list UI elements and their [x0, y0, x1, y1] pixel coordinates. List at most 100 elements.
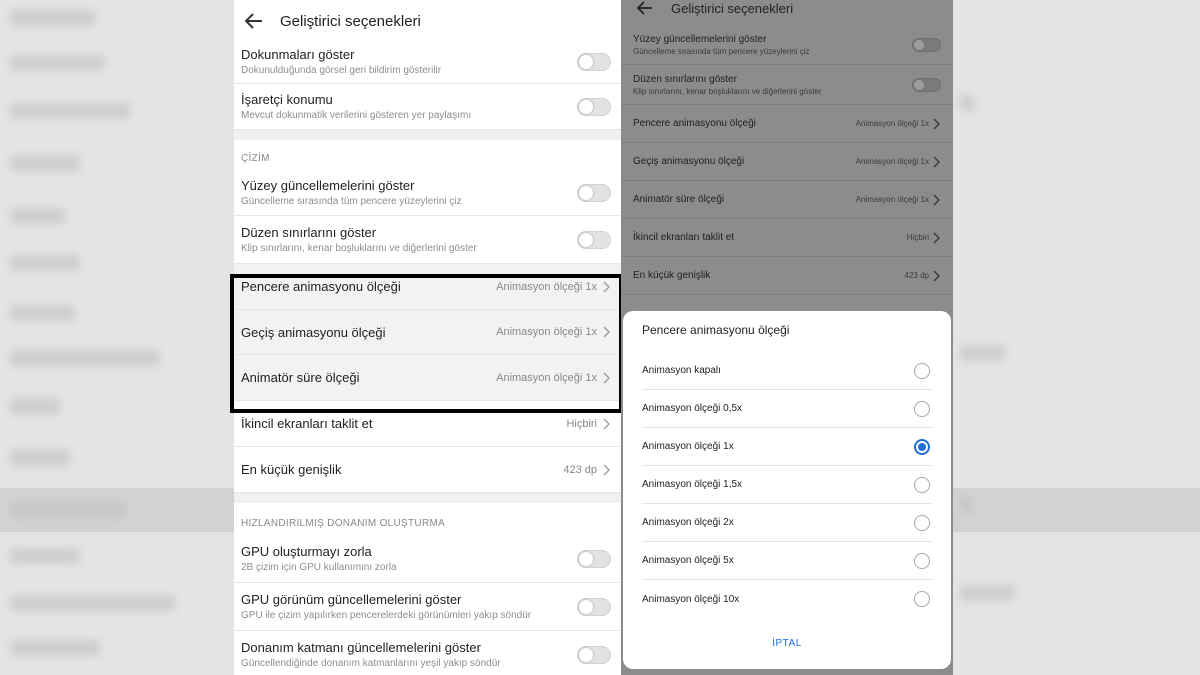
bg-blur: [960, 345, 1005, 361]
bg-blur: [960, 95, 975, 111]
setting-subtitle: Dokunulduğunda görsel geri bildirim göst…: [241, 65, 442, 76]
toggle-switch[interactable]: [912, 37, 941, 52]
setting-title: İşaretçi konumu: [241, 92, 333, 107]
setting-subtitle: Güncelleme sırasında tüm pencere yüzeyle…: [633, 46, 810, 56]
bg-blur: [10, 103, 130, 119]
radio-button[interactable]: [914, 362, 930, 379]
setting-row-smallest-width[interactable]: En küçük genişlik 423 dp: [234, 447, 621, 493]
toggle-switch[interactable]: [577, 549, 611, 568]
setting-value: Hiçbiri: [906, 233, 929, 242]
bg-blur: [960, 497, 972, 513]
option-label: Animasyon ölçeği 2x: [642, 517, 734, 528]
option-label: Animasyon ölçeği 0,5x: [642, 403, 743, 414]
option-scale-0-5x[interactable]: Animasyon ölçeği 0,5x: [642, 390, 932, 428]
page-title: Geliştirici seçenekleri: [280, 12, 421, 30]
setting-title: Yüzey güncellemelerini göster: [633, 33, 767, 45]
toggle-switch[interactable]: [912, 77, 941, 92]
animation-scale-dialog: Pencere animasyonu ölçeği Animasyon kapa…: [623, 311, 951, 669]
setting-row-window-animation-scale[interactable]: Pencere animasyonu ölçeği Animasyon ölçe…: [621, 105, 953, 143]
setting-title: Geçiş animasyonu ölçeği: [633, 156, 745, 167]
toggle-switch[interactable]: [577, 183, 611, 202]
setting-title: Yüzey güncellemelerini göster: [241, 178, 415, 193]
setting-row-hw-layer-updates[interactable]: Donanım katmanı güncellemelerini göster …: [234, 631, 621, 675]
setting-title: Animatör süre ölçeği: [633, 194, 725, 205]
chevron-right-icon: [603, 464, 610, 475]
radio-button[interactable]: [914, 514, 930, 531]
bg-blur: [10, 55, 105, 71]
setting-row-pointer-location[interactable]: İşaretçi konumu Mevcut dokunmatik verile…: [234, 84, 621, 130]
setting-value: 423 dp: [563, 463, 597, 476]
setting-title: GPU oluşturmayı zorla: [241, 544, 372, 559]
toggle-switch[interactable]: [577, 230, 611, 249]
chevron-right-icon: [933, 156, 940, 167]
setting-row-animator-duration-scale[interactable]: Animatör süre ölçeği Animasyon ölçeği 1x: [621, 181, 953, 219]
radio-button[interactable]: [914, 552, 930, 569]
section-divider: [234, 493, 621, 503]
setting-subtitle: Klip sınırlarını, kenar boşluklarını ve …: [633, 86, 822, 96]
bg-blur: [10, 502, 125, 518]
section-header-drawing: ÇİZİM: [241, 153, 270, 164]
setting-subtitle: Klip sınırlarını, kenar boşluklarını ve …: [241, 243, 477, 254]
section-header-hw-rendering: HIZLANDIRILMIŞ DONANIM OLUŞTURMA: [241, 518, 446, 529]
toggle-switch[interactable]: [577, 645, 611, 664]
setting-title: Donanım katmanı güncellemelerini göster: [241, 640, 481, 655]
option-label: Animasyon kapalı: [642, 365, 721, 376]
app-bar: Geliştirici seçenekleri: [234, 0, 621, 42]
setting-row-surface-updates[interactable]: Yüzey güncellemelerini göster Güncelleme…: [234, 170, 621, 216]
bg-blur: [10, 208, 65, 224]
setting-subtitle: Güncelleme sırasında tüm pencere yüzeyle…: [241, 196, 462, 207]
radio-button[interactable]: [914, 400, 930, 417]
setting-row-gpu-view-updates[interactable]: GPU görünüm güncellemelerini göster GPU …: [234, 583, 621, 631]
chevron-right-icon: [933, 118, 940, 129]
setting-row-smallest-width[interactable]: En küçük genişlik 423 dp: [621, 257, 953, 295]
radio-button-selected[interactable]: [914, 438, 930, 455]
setting-subtitle: 2B çizim için GPU kullanımını zorla: [241, 562, 397, 573]
option-label: Animasyon ölçeği 10x: [642, 593, 740, 605]
setting-title: Dokunmaları göster: [241, 47, 355, 62]
option-scale-1x[interactable]: Animasyon ölçeği 1x: [642, 428, 932, 466]
radio-button[interactable]: [914, 591, 930, 607]
setting-row-layout-bounds[interactable]: Düzen sınırlarını göster Klip sınırların…: [621, 65, 953, 105]
setting-title: İkincil ekranları taklit et: [241, 416, 373, 431]
option-label: Animasyon ölçeği 1,5x: [642, 479, 743, 490]
setting-row-force-gpu[interactable]: GPU oluşturmayı zorla 2B çizim için GPU …: [234, 535, 621, 583]
toggle-switch[interactable]: [577, 597, 611, 616]
toggle-switch[interactable]: [577, 97, 611, 116]
option-label: Animasyon ölçeği 1x: [642, 441, 734, 452]
option-scale-1-5x[interactable]: Animasyon ölçeği 1,5x: [642, 466, 932, 504]
highlight-frame: [230, 274, 623, 413]
bg-blur: [10, 450, 70, 466]
setting-value: Animasyon ölçeği 1x: [855, 195, 929, 204]
option-scale-2x[interactable]: Animasyon ölçeği 2x: [642, 504, 932, 542]
option-scale-10x[interactable]: Animasyon ölçeği 10x: [642, 580, 932, 618]
bg-blur: [10, 398, 60, 414]
back-arrow-icon[interactable]: [242, 9, 266, 33]
bg-blur: [10, 595, 175, 611]
setting-title: GPU görünüm güncellemelerini göster: [241, 592, 462, 607]
option-label: Animasyon ölçeği 5x: [642, 555, 734, 566]
radio-button[interactable]: [914, 476, 930, 493]
setting-row-transition-animation-scale[interactable]: Geçiş animasyonu ölçeği Animasyon ölçeği…: [621, 143, 953, 181]
bg-blur: [10, 155, 80, 171]
setting-subtitle: GPU ile çizim yapılırken pencerelerdeki …: [241, 610, 532, 621]
setting-title: En küçük genişlik: [633, 270, 711, 281]
setting-value: Animasyon ölçeği 1x: [855, 119, 929, 128]
setting-row-show-taps[interactable]: Dokunmaları göster Dokunulduğunda görsel…: [234, 40, 621, 84]
setting-title: Pencere animasyonu ölçeği: [633, 118, 756, 129]
bg-blur: [10, 640, 100, 656]
setting-value: 423 dp: [904, 271, 929, 280]
chevron-right-icon: [933, 232, 940, 243]
setting-value: Animasyon ölçeği 1x: [855, 157, 929, 166]
dialog-title: Pencere animasyonu ölçeği: [642, 323, 790, 337]
cancel-button[interactable]: İPTAL: [623, 638, 951, 649]
setting-row-surface-updates[interactable]: Yüzey güncellemelerini göster Güncelleme…: [621, 25, 953, 65]
back-arrow-icon[interactable]: [633, 0, 657, 20]
toggle-switch[interactable]: [577, 52, 611, 71]
option-animation-off[interactable]: Animasyon kapalı: [642, 352, 932, 390]
page-title: Geliştirici seçenekleri: [671, 0, 794, 16]
option-scale-5x[interactable]: Animasyon ölçeği 5x: [642, 542, 932, 580]
bg-blur: [10, 350, 160, 366]
setting-row-simulate-secondary-displays[interactable]: İkincil ekranları taklit et Hiçbiri: [621, 219, 953, 257]
bg-blur: [10, 10, 95, 26]
setting-row-layout-bounds[interactable]: Düzen sınırlarını göster Klip sınırların…: [234, 216, 621, 264]
